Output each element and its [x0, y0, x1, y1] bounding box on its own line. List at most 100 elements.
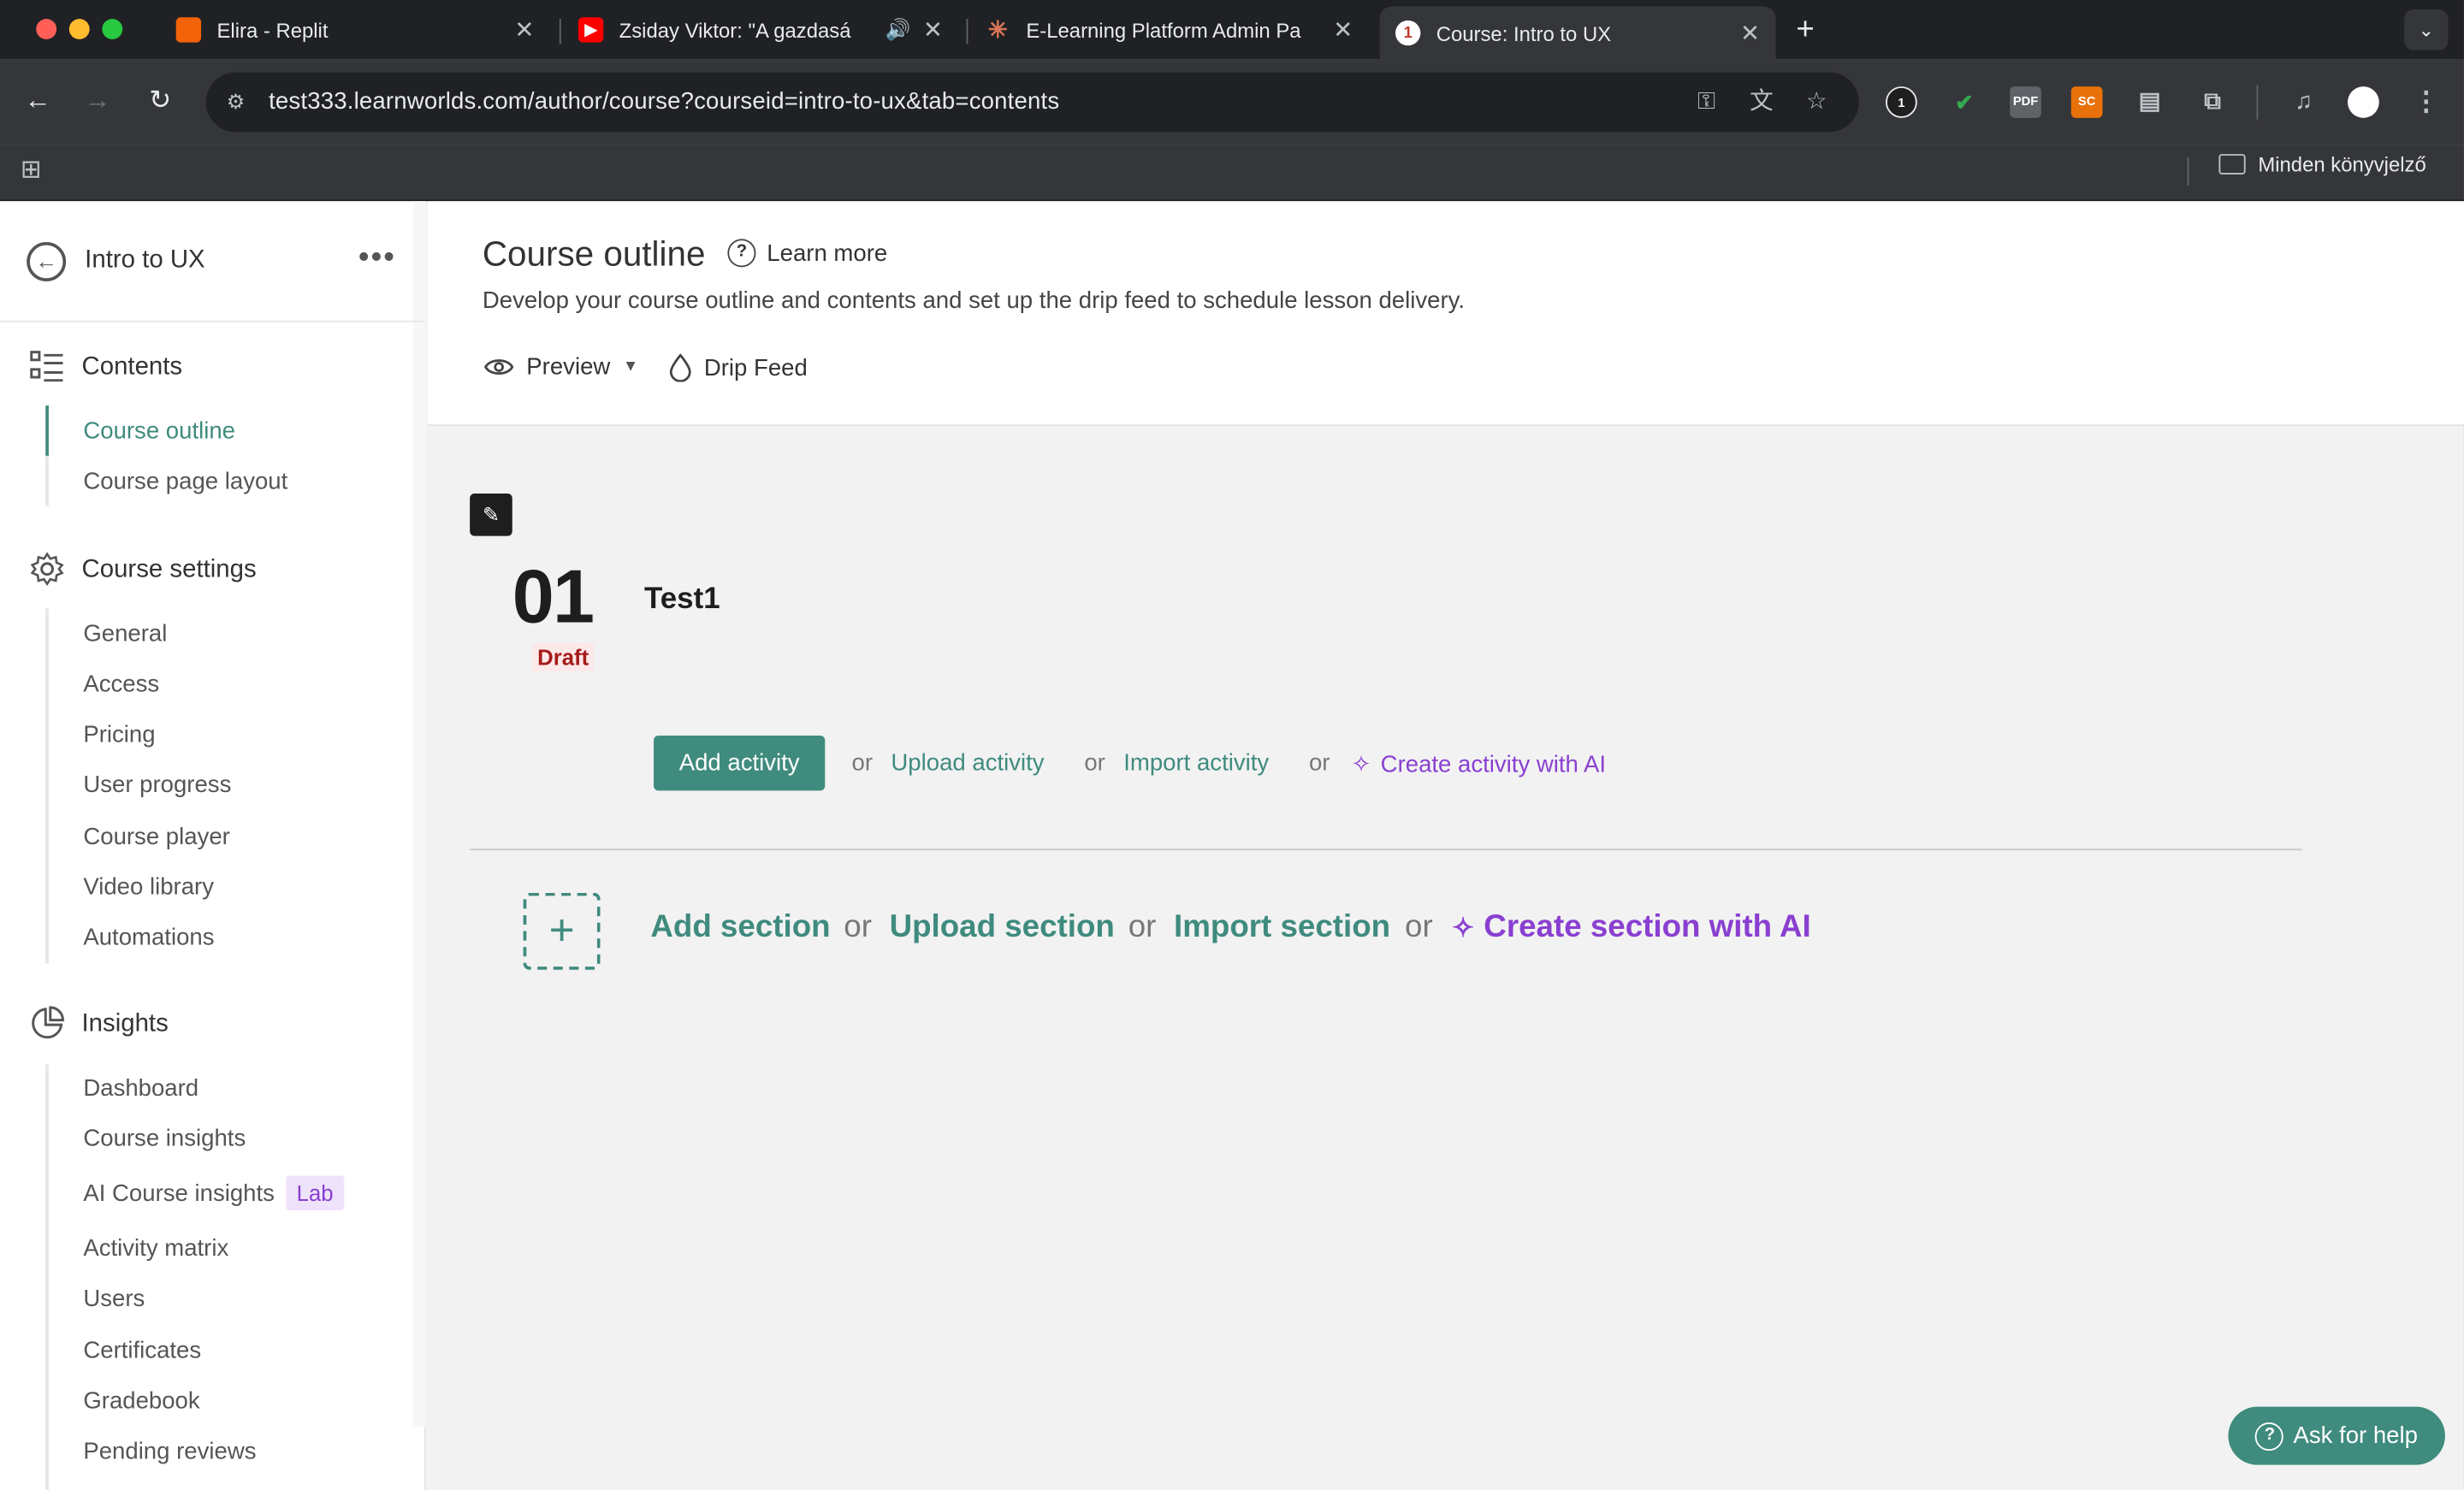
drip-feed-label: Drip Feed [703, 354, 808, 381]
puzzle-extensions-icon[interactable]: ⧉ [2197, 86, 2229, 118]
sidebar-item-ai-course-insights[interactable]: AI Course insights Lab [83, 1175, 345, 1210]
active-indicator [45, 405, 49, 456]
import-activity-link[interactable]: Import activity [1123, 750, 1269, 777]
main-content: Course outline ? Learn more Develop your… [427, 201, 2464, 1490]
add-activity-button[interactable]: Add activity [654, 735, 826, 791]
sidebar-item-certificates[interactable]: Certificates [83, 1338, 201, 1364]
add-section-plus-icon[interactable]: + [523, 892, 601, 970]
apps-grid-icon[interactable]: ⊞ [21, 154, 42, 186]
section-title[interactable]: Test1 [644, 583, 720, 618]
upload-section-link[interactable]: Upload section [890, 910, 1115, 946]
youtube-icon: ▶ [578, 17, 604, 43]
sidebar-section-insights[interactable]: Insights [82, 1011, 169, 1039]
sidebar-item-pending-reviews[interactable]: Pending reviews [83, 1438, 256, 1464]
forward-arrow-icon[interactable]: → [82, 85, 114, 116]
tab-title: E-Learning Platform Admin Pa [1026, 18, 1301, 42]
sidebar-section-contents[interactable]: Contents [82, 353, 183, 381]
page-header: Course outline ? Learn more Develop your… [427, 201, 2464, 426]
pie-chart-icon [32, 1006, 64, 1039]
kebab-menu-icon[interactable]: ⋮ [2410, 86, 2442, 118]
media-control-icon[interactable]: ♫ [2288, 86, 2319, 118]
ask-for-help-button[interactable]: ? Ask for help [2228, 1406, 2445, 1465]
back-arrow-icon[interactable]: ← [22, 85, 54, 116]
learn-more-link[interactable]: ? Learn more [727, 239, 888, 268]
browser-tab-4-active[interactable]: 1 Course: Intro to UX ✕ [1379, 6, 1776, 60]
sidebar-item-pricing[interactable]: Pricing [83, 721, 155, 748]
close-tab-icon[interactable]: ✕ [514, 15, 534, 44]
sc-extension-icon[interactable]: SC [2070, 86, 2103, 118]
extension-sync-icon[interactable]: 1 [1886, 86, 1917, 118]
gear-icon [30, 552, 64, 586]
help-icon: ? [2255, 1422, 2284, 1451]
create-activity-ai-link[interactable]: ✧ Create activity with AI [1352, 750, 1606, 778]
more-options-icon[interactable]: ••• [358, 240, 396, 276]
speaker-icon[interactable]: 🔊 [885, 17, 910, 42]
create-section-ai-link[interactable]: ✧ Create section with AI [1452, 910, 1811, 946]
profile-avatar[interactable] [2348, 86, 2379, 118]
sidebar-item-course-player[interactable]: Course player [83, 824, 230, 850]
create-section-ai-label: Create section with AI [1484, 909, 1811, 945]
bookmark-star-icon[interactable]: ☆ [1801, 86, 1833, 118]
sidebar-item-access[interactable]: Access [83, 671, 159, 698]
sidebar-item-course-page-layout[interactable]: Course page layout [83, 469, 287, 495]
back-circle-arrow-icon[interactable]: ← [27, 241, 67, 281]
tab-separator [559, 19, 561, 44]
page-title: Course outline [482, 234, 706, 274]
all-bookmarks-folder[interactable]: Minden könyvjelző [2218, 152, 2426, 176]
sidebar-item-automations[interactable]: Automations [83, 925, 214, 951]
browser-tab-1[interactable]: Elira - Replit ✕ [160, 6, 550, 53]
learnworlds-icon: 1 [1395, 20, 1421, 46]
or-separator: or [1128, 909, 1157, 945]
sidebar-item-dashboard[interactable]: Dashboard [83, 1075, 198, 1102]
or-separator: or [1405, 909, 1433, 945]
drop-icon [669, 353, 691, 382]
checkmark-extension-icon[interactable]: ✔ [1949, 86, 1981, 118]
pdf-extension-icon[interactable]: PDF [2010, 86, 2041, 118]
sidebar-item-course-insights[interactable]: Course insights [83, 1126, 246, 1152]
key-icon[interactable]: ⚿ [1691, 86, 1722, 118]
sidebar-section-course-settings[interactable]: Course settings [82, 557, 257, 585]
document-extension-icon[interactable]: ▤ [2134, 86, 2165, 118]
help-circle-icon: ? [727, 239, 756, 268]
browser-tab-3[interactable]: ✳ E-Learning Platform Admin Pa ✕ [969, 6, 1369, 53]
url-text[interactable]: test333.learnworlds.com/author/course?co… [269, 88, 1059, 115]
toolbar-separator [2256, 85, 2259, 120]
sidebar-item-video-library[interactable]: Video library [83, 874, 214, 901]
tab-title: Course: Intro to UX [1436, 21, 1612, 45]
sparkle-icon: ✧ [1452, 912, 1475, 943]
browser-tab-2[interactable]: ▶ Zsiday Viktor: "A gazdasá 🔊 ✕ [563, 6, 959, 53]
close-tab-icon[interactable]: ✕ [923, 15, 943, 44]
new-tab-button[interactable]: + [1796, 13, 1814, 49]
sidebar-item-users[interactable]: Users [83, 1286, 145, 1312]
sidebar-item-general[interactable]: General [83, 621, 167, 647]
tab-search-button[interactable]: ⌄ [2404, 9, 2449, 50]
upload-activity-link[interactable]: Upload activity [891, 750, 1044, 777]
sidebar-item-user-progress[interactable]: User progress [83, 772, 231, 798]
minimize-window-button[interactable] [68, 19, 90, 39]
maximize-window-button[interactable] [102, 19, 123, 39]
browser-tab-bar: Elira - Replit ✕ ▶ Zsiday Viktor: "A gaz… [0, 0, 2464, 60]
import-section-link[interactable]: Import section [1174, 910, 1390, 946]
section-divider [470, 848, 2302, 851]
close-window-button[interactable] [36, 19, 57, 39]
caret-down-icon: ▼ [622, 358, 639, 376]
learn-more-label: Learn more [767, 239, 888, 267]
reload-icon[interactable]: ↻ [145, 85, 176, 116]
close-tab-icon[interactable]: ✕ [1333, 15, 1353, 44]
site-settings-icon[interactable]: ⚙ [222, 88, 250, 116]
tab-title: Elira - Replit [216, 18, 329, 42]
sidebar-item-gradebook[interactable]: Gradebook [83, 1388, 199, 1415]
sidebar-item-activity-matrix[interactable]: Activity matrix [83, 1235, 228, 1262]
preview-dropdown[interactable]: Preview ▼ [483, 353, 639, 381]
sidebar-item-course-outline[interactable]: Course outline [83, 418, 235, 445]
add-section-link[interactable]: Add section [650, 910, 830, 946]
edit-pencil-icon[interactable]: ✎ [470, 494, 512, 536]
translate-icon[interactable]: 文 [1746, 86, 1778, 118]
sparkle-icon: ✧ [1351, 751, 1371, 778]
drip-feed-button[interactable]: Drip Feed [669, 353, 808, 382]
section-number: 01 [512, 556, 595, 640]
sidebar-scrollbar[interactable] [413, 201, 426, 1428]
address-bar[interactable]: ⚙ test333.learnworlds.com/author/course?… [205, 72, 1859, 133]
replit-icon [175, 17, 202, 43]
close-tab-icon[interactable]: ✕ [1740, 19, 1760, 47]
